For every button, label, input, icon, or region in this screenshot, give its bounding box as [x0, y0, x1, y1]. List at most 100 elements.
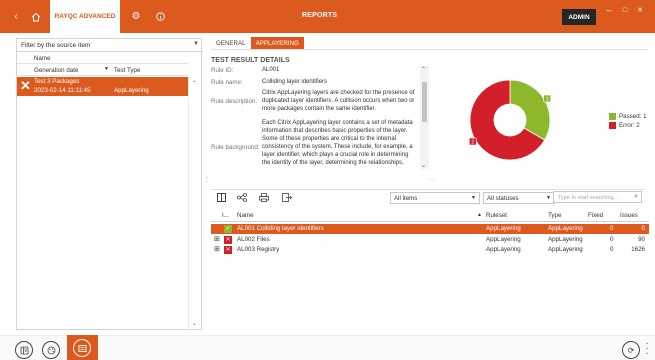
- error-x-icon: ✕: [20, 78, 31, 93]
- row-ruleset: AppLayering: [486, 246, 521, 253]
- bottom-bar: ⟳ · · ·: [0, 335, 655, 360]
- maximize-button[interactable]: □: [618, 0, 632, 20]
- row-ruleset: AppLayering: [486, 225, 521, 232]
- status-filter-value: All statuses: [487, 195, 519, 202]
- legend-label-passed: Passed: 1: [619, 113, 647, 120]
- more-icon[interactable]: · · ·: [646, 340, 649, 358]
- print-icon[interactable]: [259, 193, 269, 204]
- error-x-icon: ✕: [224, 246, 232, 254]
- chevron-down-icon: ▼: [546, 195, 551, 201]
- sort-desc-icon[interactable]: ▼: [104, 66, 109, 72]
- column-header-date[interactable]: Generation date: [34, 67, 78, 74]
- test-date: 2023-02-14 11:11:45: [34, 87, 91, 94]
- refresh-icon[interactable]: ⟳: [622, 341, 640, 359]
- items-filter-dropdown[interactable]: All items ▼: [390, 192, 480, 204]
- test-name: Test 3 Packages: [34, 78, 80, 85]
- results-pie-chart: 12: [468, 79, 552, 161]
- columns-icon[interactable]: [217, 193, 226, 204]
- splitter-handle[interactable]: ···: [428, 177, 434, 183]
- info-icon[interactable]: [152, 0, 168, 33]
- test-type: AppLayering: [114, 87, 149, 94]
- details-title: TEST RESULT DETAILS: [211, 57, 290, 64]
- status-filter-dropdown[interactable]: All statuses ▼: [483, 192, 555, 204]
- reports-icon: [73, 339, 91, 357]
- rule-background-label: Rule background:: [211, 144, 260, 151]
- expand-plus-icon[interactable]: ⊞: [214, 235, 220, 243]
- column-header-issues[interactable]: Issues: [620, 212, 638, 219]
- expand-plus-icon[interactable]: ⊞: [214, 245, 220, 253]
- rule-background-value: Each Citrix AppLayering layer contains a…: [262, 120, 413, 166]
- row-fixed: 0: [610, 246, 614, 253]
- column-header-type[interactable]: Type: [548, 212, 561, 219]
- legend-error: Error: 2: [609, 122, 640, 129]
- row-issues: 1626: [631, 246, 645, 253]
- vertical-scrollbar[interactable]: ⌃ ⌄: [188, 77, 201, 330]
- row-name: AL002 Files: [237, 236, 270, 243]
- close-button[interactable]: ✕: [632, 0, 648, 20]
- scroll-down-icon[interactable]: ⌄: [192, 320, 197, 327]
- scroll-up-icon[interactable]: ⌃: [192, 80, 197, 87]
- table-row[interactable]: ⊞ ✕ AL003 Registry AppLayering AppLayeri…: [211, 245, 649, 255]
- passed-check-icon: ✓: [224, 225, 232, 233]
- column-header-name[interactable]: Name: [237, 212, 254, 219]
- rule-name-label: Rule name:: [211, 79, 243, 86]
- sort-asc-icon[interactable]: ▲: [477, 212, 482, 218]
- list-item[interactable]: ✕ Test 3 Packages 2023-02-14 11:11:45 Ap…: [17, 77, 189, 96]
- column-header-fixed[interactable]: Fixed: [588, 212, 603, 219]
- search-placeholder: Type to start searching...: [558, 194, 619, 201]
- legend-label-error: Error: 2: [619, 122, 640, 129]
- row-issues: 0: [641, 225, 645, 232]
- packages-icon[interactable]: [15, 341, 33, 359]
- rule-description-value: Citrix AppLayering layers are checked fo…: [262, 90, 415, 112]
- tree-icon[interactable]: [237, 193, 247, 204]
- tab-general[interactable]: GENERAL: [211, 37, 251, 49]
- gear-icon[interactable]: ⚙: [128, 0, 144, 33]
- column-header-expand[interactable]: I...: [222, 212, 229, 219]
- search-icon[interactable]: ⌕: [634, 193, 638, 201]
- palette-icon[interactable]: [42, 341, 60, 359]
- report-tabs: GENERAL APPLAYERING: [211, 37, 304, 49]
- row-fixed: 0: [610, 225, 614, 232]
- pie-data-label-error: 2: [471, 140, 474, 146]
- scroll-up-icon[interactable]: ⌃: [421, 66, 426, 73]
- search-input[interactable]: Type to start searching... ⌕: [553, 191, 642, 203]
- row-fixed: 0: [610, 236, 614, 243]
- source-filter-dropdown[interactable]: Filter by the source item ▼: [17, 39, 203, 52]
- details-scrollbar[interactable]: ⌃ ⌄: [420, 66, 429, 169]
- scroll-thumb[interactable]: [422, 82, 427, 122]
- column-header-test-type[interactable]: Test Type: [114, 67, 140, 74]
- rule-id-label: Rule ID:: [211, 67, 234, 74]
- pie-data-label-passed: 1: [546, 97, 549, 103]
- pie-slice-passed[interactable]: [509, 79, 551, 141]
- column-header-ruleset[interactable]: Ruleset: [486, 212, 507, 219]
- panel-splitter[interactable]: ⋮: [204, 176, 210, 183]
- title-bar: ‹ RAYQC ADVANCED ⚙ REPORTS ADMIN – □ ✕: [0, 0, 655, 33]
- chevron-down-icon: ▼: [471, 195, 476, 201]
- export-icon[interactable]: [282, 193, 293, 204]
- tab-divider: [211, 49, 648, 50]
- filter-label: Filter by the source item: [21, 42, 91, 49]
- row-name: AL003 Registry: [237, 246, 280, 253]
- table-row[interactable]: ✓ AL001 Colliding layer identifiers AppL…: [211, 224, 649, 234]
- home-icon[interactable]: [28, 0, 44, 33]
- source-panel: Filter by the source item ▼ Name Generat…: [16, 38, 203, 330]
- rule-id-value: AL001: [262, 67, 280, 73]
- items-filter-value: All items: [394, 195, 418, 202]
- user-badge[interactable]: ADMIN: [562, 9, 596, 25]
- row-type: AppLayering: [548, 225, 583, 232]
- minimize-button[interactable]: –: [602, 0, 616, 20]
- page-title: REPORTS: [302, 12, 338, 19]
- chevron-left-icon[interactable]: ‹: [8, 0, 24, 33]
- reports-button[interactable]: [67, 335, 98, 360]
- table-row[interactable]: ⊞ ✕ AL002 Files AppLayering AppLayering …: [211, 235, 649, 245]
- scroll-down-icon[interactable]: ⌄: [421, 162, 426, 169]
- tab-applayering[interactable]: APPLAYERING: [250, 37, 304, 49]
- column-header-row: Generation date ▼ Test Type: [17, 65, 189, 76]
- grid-header: I... Name ▲ Ruleset Type Fixed Issues: [211, 209, 649, 222]
- legend-passed: Passed: 1: [609, 113, 647, 120]
- tab-rayqc-advanced[interactable]: RAYQC ADVANCED: [50, 0, 120, 33]
- row-type: AppLayering: [548, 236, 583, 243]
- column-header-name[interactable]: Name: [17, 53, 189, 64]
- row-type: AppLayering: [548, 246, 583, 253]
- row-ruleset: AppLayering: [486, 236, 521, 243]
